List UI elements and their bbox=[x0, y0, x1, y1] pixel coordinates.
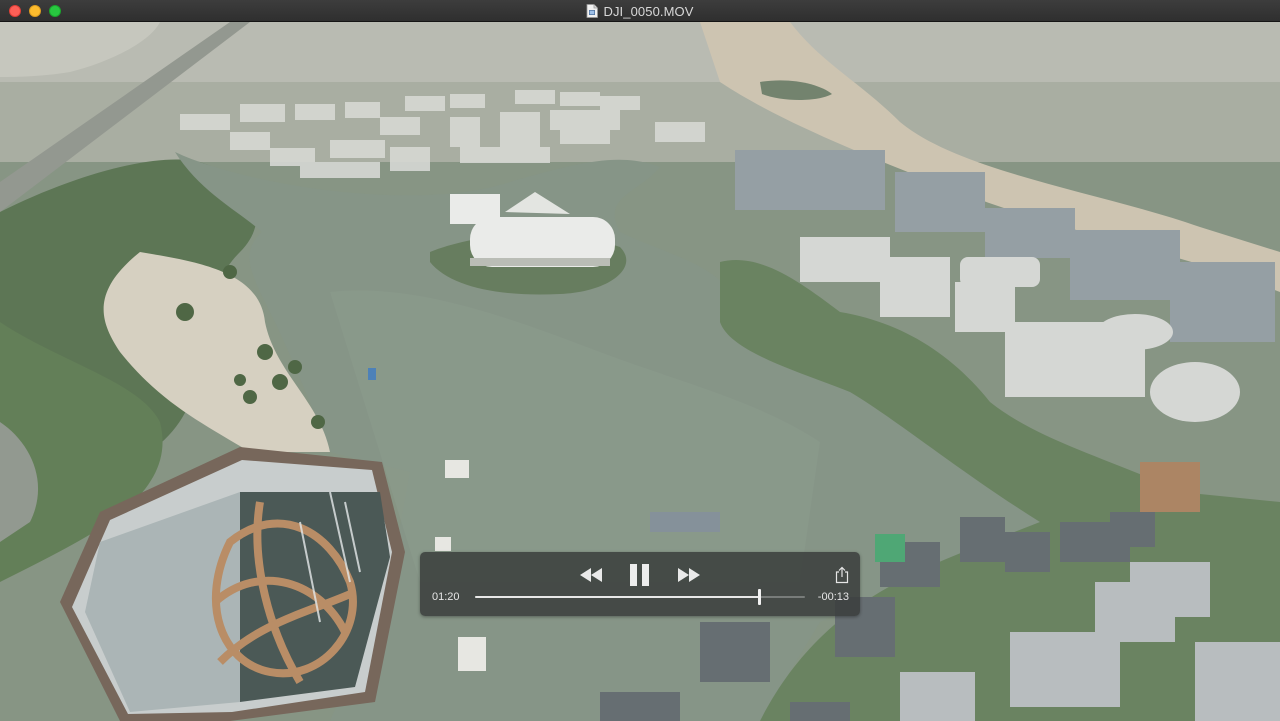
video-frame[interactable]: 01:20 -00:13 bbox=[0, 22, 1280, 721]
window-title-group: DJI_0050.MOV bbox=[0, 0, 1280, 22]
playback-controls-overlay: 01:20 -00:13 bbox=[420, 552, 860, 616]
playhead-handle[interactable] bbox=[757, 589, 761, 605]
aerial-city-video-image bbox=[0, 22, 1280, 721]
share-icon[interactable] bbox=[834, 566, 850, 584]
timeline-scrubber[interactable] bbox=[475, 589, 805, 605]
rewind-icon[interactable] bbox=[578, 566, 604, 584]
window-title: DJI_0050.MOV bbox=[603, 3, 694, 19]
elapsed-time: 01:20 bbox=[432, 591, 460, 603]
title-bar: DJI_0050.MOV bbox=[0, 0, 1280, 22]
pause-icon[interactable] bbox=[627, 563, 653, 587]
timeline-progress bbox=[475, 596, 759, 598]
movie-file-icon bbox=[587, 4, 599, 18]
fast-forward-icon[interactable] bbox=[676, 566, 702, 584]
remaining-time: -00:13 bbox=[817, 591, 849, 603]
